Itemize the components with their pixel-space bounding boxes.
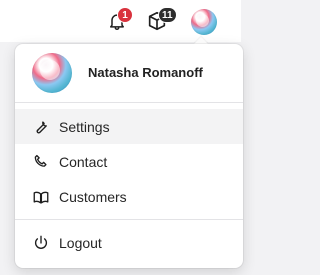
notifications-button[interactable]: 1	[104, 7, 133, 34]
profile-name: Natasha Romanoff	[88, 65, 203, 80]
phone-icon	[32, 153, 50, 171]
divider	[15, 102, 243, 103]
book-icon	[32, 188, 50, 206]
menu-item-label: Settings	[59, 118, 110, 135]
menu-item-customers[interactable]: Customers	[15, 179, 243, 214]
notification-count-badge: 1	[117, 7, 133, 23]
menu-item-logout[interactable]: Logout	[15, 225, 243, 260]
profile-avatar	[32, 53, 72, 93]
package-count-badge: 11	[158, 7, 177, 23]
menu-item-label: Customers	[59, 188, 127, 205]
wrench-icon	[32, 118, 50, 136]
menu-item-settings[interactable]: Settings	[15, 109, 243, 144]
power-icon	[32, 234, 50, 252]
menu-item-label: Logout	[59, 234, 102, 251]
menu-item-contact[interactable]: Contact	[15, 144, 243, 179]
profile-header: Natasha Romanoff	[15, 44, 243, 102]
packages-button[interactable]: 11	[144, 7, 177, 34]
user-avatar-button[interactable]	[191, 9, 217, 35]
menu-item-label: Contact	[59, 153, 108, 170]
top-bar: 1 11	[0, 0, 241, 42]
user-dropdown-menu: Natasha Romanoff Settings Contact Custom…	[15, 44, 243, 268]
divider	[15, 219, 243, 220]
